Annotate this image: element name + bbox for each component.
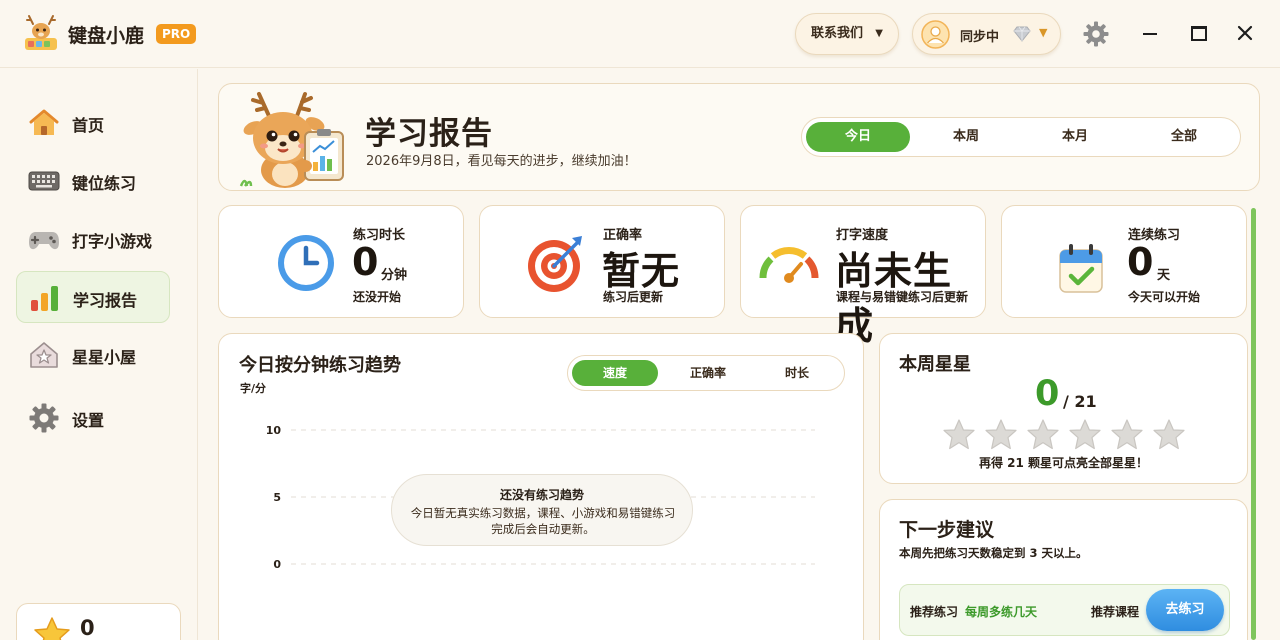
sidebar-item-settings[interactable]: 设置	[16, 392, 170, 444]
tab-today[interactable]: 今日	[806, 122, 910, 152]
star-slots	[943, 419, 1185, 450]
stat-note: 练习后更新	[603, 290, 664, 304]
sidebar-item-label: 星星小屋	[72, 348, 137, 367]
sidebar-item-label: 学习报告	[73, 291, 138, 310]
weekly-stars-title: 本周星星	[899, 354, 971, 375]
star-slot-icon	[1111, 419, 1143, 450]
weekly-stars-message: 再得 21 颗星可点亮全部星星！	[978, 456, 1149, 470]
sidebar-item-typing-game[interactable]: 打字小游戏	[16, 213, 170, 265]
empty-state-description: 今日暂无真实练习数据，课程、小游戏和易错键练习完成后会自动更新。	[410, 506, 676, 536]
deer-logo-icon	[25, 15, 57, 50]
stat-card-accuracy: 正确率 暂无 练习后更新	[479, 205, 725, 318]
gear-icon[interactable]	[1083, 21, 1109, 47]
next-steps-title: 下一步建议	[899, 519, 995, 541]
star-house-icon	[30, 342, 58, 368]
star-slot-icon	[943, 419, 975, 450]
calendar-check-icon	[1059, 244, 1103, 293]
stat-value: 0	[1127, 240, 1155, 284]
stat-note: 今天可以开始	[1128, 290, 1201, 304]
y-tick-label: 5	[273, 491, 281, 504]
stat-unit: 天	[1157, 268, 1171, 283]
gear-icon	[29, 403, 59, 433]
speedometer-icon	[759, 247, 819, 283]
close-icon[interactable]	[1236, 24, 1254, 42]
star-balance-count: 0	[80, 616, 95, 640]
weekly-stars-card: 本周星星 0 / 21 再得 21 颗星可点亮全部星星！	[879, 333, 1248, 484]
sidebar-item-home[interactable]: 首页	[16, 97, 170, 149]
recommendation-value: 每周多练几天	[965, 605, 1038, 619]
empty-state-title: 还没有练习趋势	[499, 488, 584, 502]
target-icon	[528, 236, 582, 292]
minimize-icon[interactable]	[1143, 33, 1157, 35]
bar-chart-icon	[31, 286, 58, 311]
stat-unit: 分钟	[381, 268, 408, 283]
sidebar-item-key-practice[interactable]: 键位练习	[16, 155, 170, 207]
y-tick-label: 10	[266, 424, 282, 437]
scrollbar-thumb[interactable]	[1251, 208, 1256, 640]
recommendation-label: 推荐练习	[910, 605, 959, 619]
sidebar: 首页 键位练习 打字小游戏 学习报告 星星小屋 设置 0	[0, 69, 198, 640]
sidebar-item-label: 首页	[72, 116, 105, 135]
next-steps-card: 下一步建议 本周先把练习天数稳定到 3 天以上。 推荐练习 每周多练几天 推荐课…	[879, 499, 1248, 640]
sidebar-item-label: 设置	[72, 411, 105, 430]
house-icon	[29, 109, 59, 135]
sync-status-button[interactable]: 同步中 ▼	[912, 13, 1061, 55]
star-slot-icon	[1027, 419, 1059, 450]
star-slot-icon	[985, 419, 1017, 450]
sync-label: 同步中	[960, 30, 1000, 45]
sidebar-item-label: 键位练习	[72, 174, 137, 193]
gold-star-icon	[34, 617, 70, 640]
page-subtitle: 2026年9月8日，看见每天的进步，继续加油！	[366, 154, 637, 169]
go-practice-button[interactable]: 去练习	[1146, 589, 1224, 631]
trend-chart-card: 今日按分钟练习趋势 字/分 速度 正确率 时长 10 5 0 还没有练习趋势 今日暂…	[218, 333, 864, 640]
sidebar-item-star-house[interactable]: 星星小屋	[16, 329, 170, 381]
gamepad-icon	[29, 232, 59, 250]
caret-down-icon: ▼	[875, 28, 883, 39]
recommendation-box: 推荐练习 每周多练几天 推荐课程 去练习	[899, 584, 1230, 636]
stat-value: 0	[352, 240, 380, 284]
pro-badge: PRO	[156, 24, 197, 44]
maximize-icon[interactable]	[1191, 26, 1207, 41]
weekly-stars-earned: 0	[1035, 374, 1060, 414]
weekly-stars-total: / 21	[1063, 392, 1097, 411]
contact-us-label: 联系我们	[811, 26, 864, 41]
empty-state-bubble: 还没有练习趋势 今日暂无真实练习数据，课程、小游戏和易错键练习完成后会自动更新。	[391, 474, 693, 546]
star-balance-card: 0	[16, 603, 181, 640]
star-slot-icon	[1069, 419, 1101, 450]
stat-value: 暂无	[602, 249, 681, 293]
y-tick-label: 0	[273, 558, 281, 571]
period-tab-group: 今日 本周 本月 全部	[801, 117, 1241, 157]
diamond-icon	[1013, 26, 1031, 42]
title-bar: 键盘小鹿 PRO 联系我们 ▼ 同步中 ▼	[0, 0, 1280, 68]
stat-card-streak: 连续练习 0 天 今天可以开始	[1001, 205, 1247, 318]
stat-note: 还没开始	[353, 290, 402, 304]
recommended-course-label: 推荐课程	[1091, 605, 1140, 619]
keyboard-icon	[28, 171, 60, 191]
stat-note: 课程与易错键练习后更新	[836, 290, 969, 304]
star-slot-icon	[1153, 419, 1185, 450]
report-header-card: 学习报告 2026年9月8日，看见每天的进步，继续加油！ 今日 本周 本月 全部	[218, 83, 1260, 191]
app-name: 键盘小鹿	[68, 25, 145, 47]
clock-icon	[278, 235, 334, 291]
next-steps-subtitle: 本周先把练习天数稳定到 3 天以上。	[899, 546, 1088, 560]
stat-card-practice-time: 练习时长 0 分钟 还没开始	[218, 205, 464, 318]
user-avatar-icon	[921, 20, 950, 49]
page-title: 学习报告	[365, 116, 493, 152]
tab-this-week[interactable]: 本周	[914, 122, 1018, 152]
tab-all[interactable]: 全部	[1132, 122, 1236, 152]
stat-card-typing-speed: 打字速度 尚未生成 课程与易错键练习后更新	[740, 205, 986, 348]
sidebar-item-learning-report[interactable]: 学习报告	[16, 271, 170, 323]
deer-mascot-icon	[239, 92, 344, 188]
sidebar-item-label: 打字小游戏	[72, 232, 153, 251]
tab-this-month[interactable]: 本月	[1023, 122, 1127, 152]
caret-down-icon: ▼	[1039, 26, 1048, 39]
contact-us-button[interactable]: 联系我们 ▼	[795, 13, 899, 55]
